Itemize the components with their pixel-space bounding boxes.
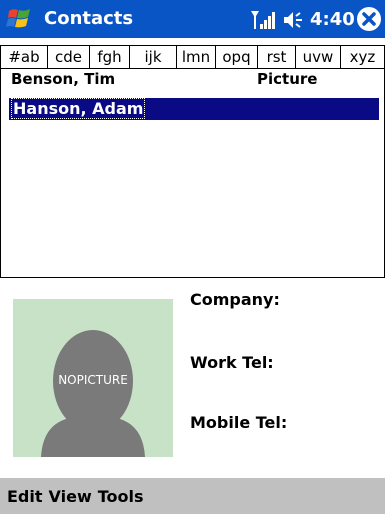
alphabet-tabs: #ab cde fgh ijk lmn opq rst uvw xyz xyxy=(0,45,385,69)
tab-xyz[interactable]: xyz xyxy=(341,46,384,68)
volume-icon[interactable] xyxy=(282,10,306,30)
menu-tools[interactable]: Tools xyxy=(98,487,144,506)
list-header: Benson, Tim Picture xyxy=(1,69,384,89)
company-label: Company: xyxy=(190,290,280,309)
tab-ijk[interactable]: ijk xyxy=(130,46,177,68)
work-tel-label: Work Tel: xyxy=(190,353,274,372)
no-picture-label: NOPICTURE xyxy=(58,373,128,387)
title-bar: Contacts 4:40 xyxy=(0,0,385,38)
close-icon[interactable] xyxy=(356,6,382,32)
tab-rst[interactable]: rst xyxy=(258,46,296,68)
tab-lmn[interactable]: lmn xyxy=(177,46,216,68)
windows-start-icon[interactable] xyxy=(6,5,34,33)
menu-bar: Edit View Tools xyxy=(0,478,385,514)
menu-edit[interactable]: Edit xyxy=(7,487,43,506)
clock[interactable]: 4:40 xyxy=(310,9,355,30)
tab-uvw[interactable]: uvw xyxy=(296,46,341,68)
tab-ab[interactable]: #ab xyxy=(1,46,48,68)
column-header-picture[interactable]: Picture xyxy=(257,70,317,88)
mobile-tel-label: Mobile Tel: xyxy=(190,413,288,432)
tab-fgh[interactable]: fgh xyxy=(90,46,130,68)
tab-cde[interactable]: cde xyxy=(48,46,90,68)
list-item-selected[interactable]: Hanson, Adam xyxy=(9,98,379,120)
menu-view[interactable]: View xyxy=(49,487,92,506)
tab-opq[interactable]: opq xyxy=(216,46,258,68)
signal-icon[interactable] xyxy=(251,9,275,31)
contact-name: Hanson, Adam xyxy=(11,98,146,119)
app-title: Contacts xyxy=(44,8,134,29)
column-header-name[interactable]: Benson, Tim xyxy=(11,70,115,88)
contact-list[interactable]: Benson, Tim Picture Hanson, Adam xyxy=(0,69,385,278)
contact-picture[interactable]: NOPICTURE xyxy=(13,299,173,457)
